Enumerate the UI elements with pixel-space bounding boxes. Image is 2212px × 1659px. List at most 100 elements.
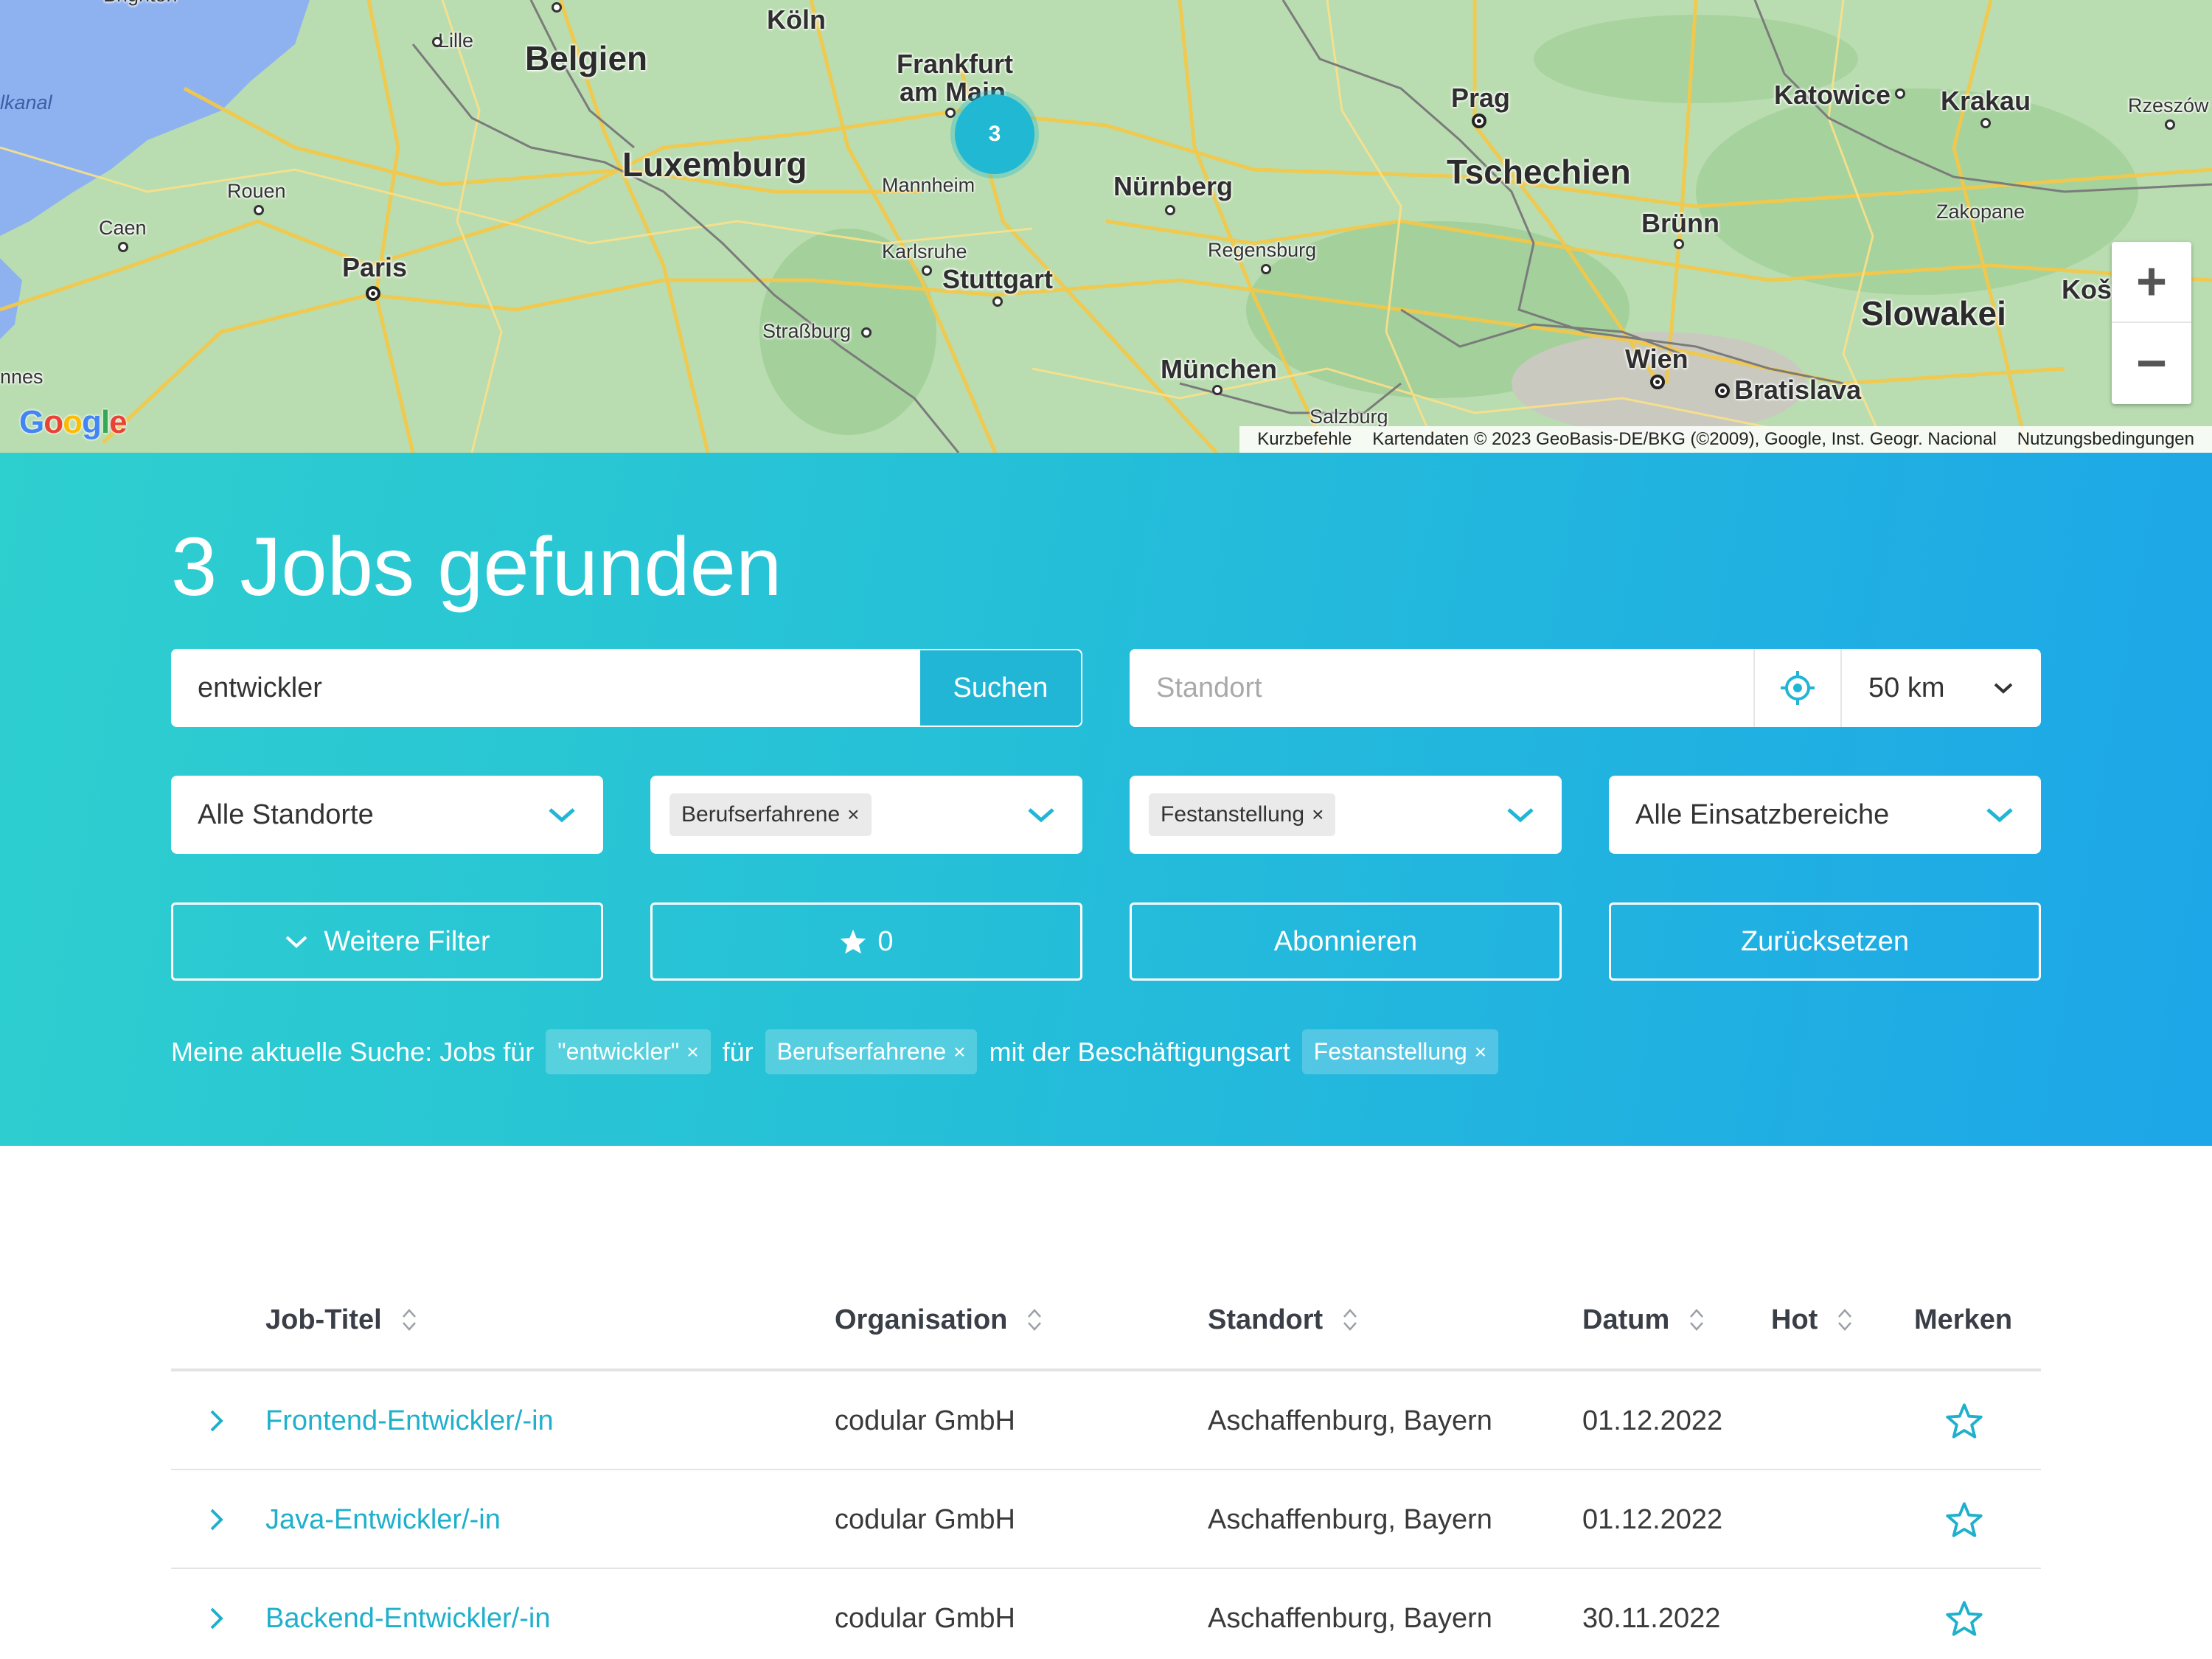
summary-query-label: "entwickler" [557,1038,680,1065]
map-label-caen: Caen [99,217,147,239]
expand-row-button[interactable] [202,1371,232,1470]
summary-with-type: mit der Beschäftigungsart [989,1036,1290,1067]
map[interactable]: Brighton Köln Lille Belgien lkanal Frank… [0,0,2212,453]
star-outline-icon [1946,1601,1983,1636]
column-header-title-label: Job-Titel [265,1304,382,1335]
summary-prefix: Meine aktuelle Suche: Jobs für [171,1036,535,1067]
zoom-control: + − [2112,242,2191,404]
save-job-button[interactable] [1945,1470,1983,1569]
map-capital-dot [366,286,380,301]
job-organisation: codular GmbH [835,1602,1015,1634]
summary-level-tag: Berufserfahrene × [765,1029,978,1074]
locations-dropdown[interactable]: Alle Standorte [171,776,603,854]
chevron-right-icon [210,1607,223,1630]
map-city-dot [118,242,128,252]
expand-row-button[interactable] [202,1470,232,1569]
save-job-button[interactable] [1945,1371,1983,1470]
job-title-link[interactable]: Frontend-Entwickler/-in [265,1371,554,1470]
location-search: 50 km [1130,649,2041,727]
column-header-date[interactable]: Datum [1582,1276,1705,1364]
experience-chip: Berufserfahrene × [669,793,872,836]
column-header-title[interactable]: Job-Titel [265,1276,417,1364]
map-label-kanal: lkanal [0,91,52,114]
chevron-down-icon [549,808,575,823]
employment-type-dropdown[interactable]: Festanstellung × [1130,776,1562,854]
expand-row-button[interactable] [202,1569,232,1659]
logo-letter: g [82,404,102,440]
search-summary: Meine aktuelle Suche: Jobs für "entwickl… [171,1029,1510,1074]
summary-level-label: Berufserfahrene [776,1038,947,1065]
remove-chip-icon[interactable]: × [1312,803,1324,827]
map-label-strassburg: Straßburg [762,320,852,342]
radius-select[interactable]: 50 km [1842,649,2041,727]
search-button[interactable]: Suchen [919,649,1082,727]
job-organisation: codular GmbH [835,1503,1015,1535]
location-input[interactable] [1130,649,1753,727]
remove-tag-icon[interactable]: × [953,1040,965,1064]
job-title-link[interactable]: Java-Entwickler/-in [265,1470,501,1569]
job-location: Aschaffenburg, Bayern [1208,1405,1492,1436]
job-date: 01.12.2022 [1582,1405,1723,1436]
sort-icon [1690,1309,1704,1331]
map-city-dot [1261,264,1271,274]
map-label-frankfurt: Frankfurt [897,49,1014,79]
map-label-salzburg: Salzburg [1310,406,1388,428]
search-panel: 3 Jobs gefunden Suchen 50 km Alle Stando… [0,453,2212,1146]
map-label-slowakei: Slowakei [1861,294,2006,333]
remove-tag-icon[interactable]: × [1475,1040,1486,1064]
map-label-muenchen: München [1161,354,1277,384]
map-label-wien: Wien [1625,344,1688,374]
map-label-rouen: Rouen [227,180,286,202]
map-label-stuttgart: Stuttgart [942,264,1053,294]
locate-me-button[interactable] [1753,649,1842,727]
zoom-in-button[interactable]: + [2112,242,2191,323]
more-filters-button[interactable]: Weitere Filter [171,902,603,981]
map-label-mannheim: Mannheim [882,174,975,196]
remove-tag-icon[interactable]: × [686,1040,698,1064]
map-capital-dot [1715,383,1730,398]
map-label-nnes: nnes [0,366,44,388]
terms-link[interactable]: Nutzungsbedingungen [2007,429,2205,450]
reset-button[interactable]: Zurücksetzen [1609,902,2041,981]
sort-icon [1028,1309,1042,1331]
column-header-hot-label: Hot [1771,1304,1818,1335]
chevron-down-icon [1994,683,2013,694]
map-city-dot [1165,205,1175,215]
search-input[interactable] [171,649,919,727]
map-city-dot [945,108,956,118]
favorites-count: 0 [877,925,894,957]
keyboard-shortcuts-link[interactable]: Kurzbefehle [1247,429,1362,450]
column-header-location[interactable]: Standort [1208,1276,1358,1364]
department-dropdown[interactable]: Alle Einsatzbereiche [1609,776,2041,854]
zoom-out-button[interactable]: − [2112,323,2191,404]
save-job-button[interactable] [1945,1569,1983,1659]
map-capital-dot [1472,114,1486,128]
map-label-kos: Koš [2062,274,2112,305]
employment-type-chip-label: Festanstellung [1161,802,1305,827]
column-header-organisation[interactable]: Organisation [835,1276,1043,1364]
favorites-button[interactable]: 0 [650,902,1082,981]
google-logo[interactable]: Google [19,404,128,441]
subscribe-button[interactable]: Abonnieren [1130,902,1562,981]
remove-chip-icon[interactable]: × [847,803,859,827]
sort-icon [402,1309,416,1331]
job-location: Aschaffenburg, Bayern [1208,1503,1492,1535]
experience-dropdown[interactable]: Berufserfahrene × [650,776,1082,854]
job-location: Aschaffenburg, Bayern [1208,1602,1492,1634]
map-label-nuernberg: Nürnberg [1113,171,1233,201]
chevron-right-icon [210,1509,223,1531]
map-label-karlsruhe: Karlsruhe [882,240,967,262]
star-icon [841,929,866,954]
logo-letter: l [100,404,110,440]
more-filters-label: Weitere Filter [324,925,490,957]
column-header-hot[interactable]: Hot [1771,1276,1853,1364]
job-title-link[interactable]: Backend-Entwickler/-in [265,1569,550,1659]
map-city-dot [1980,118,1991,128]
map-label-bruenn: Brünn [1641,208,1719,238]
map-label-prag: Prag [1451,83,1511,113]
map-label-koeln: Köln [767,4,826,35]
map-cluster-marker[interactable]: 3 [955,94,1034,174]
map-tiles [0,0,2212,453]
star-outline-icon [1946,1502,1983,1537]
employment-type-chip: Festanstellung × [1149,793,1336,836]
